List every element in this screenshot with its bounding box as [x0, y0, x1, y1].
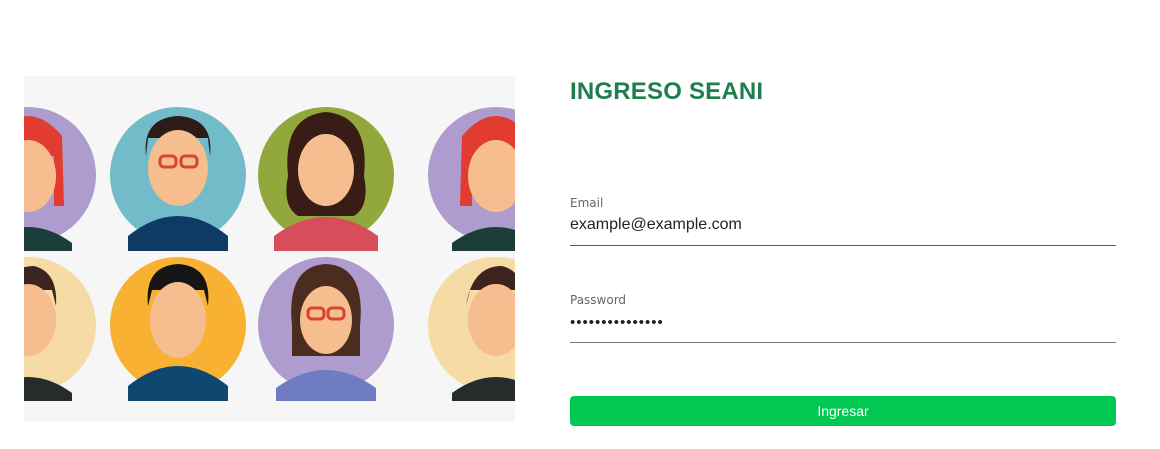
avatar-curly-woman [258, 107, 394, 251]
avatar-short-hair-man [110, 257, 246, 401]
login-button[interactable]: Ingresar [570, 396, 1116, 426]
email-underline [570, 245, 1116, 246]
page-title: INGRESO SEANI [570, 78, 764, 105]
avatar-glasses-woman [258, 257, 394, 401]
email-label: Email [570, 196, 604, 210]
password-underline [570, 342, 1116, 343]
password-label: Password [570, 293, 627, 307]
avatars-illustration [24, 76, 515, 422]
avatar-bearded-man-2 [428, 257, 515, 401]
avatar-bearded-man [24, 257, 96, 401]
login-form: INGRESO SEANI Email Password Ingresar [570, 0, 1116, 449]
people-avatars-icon [24, 107, 515, 401]
avatar-glasses-man [110, 107, 246, 251]
email-input[interactable] [570, 214, 1116, 240]
avatar-red-hair-woman-2 [428, 107, 515, 251]
avatar-red-hair-woman [24, 107, 96, 251]
password-input[interactable] [570, 311, 1116, 337]
